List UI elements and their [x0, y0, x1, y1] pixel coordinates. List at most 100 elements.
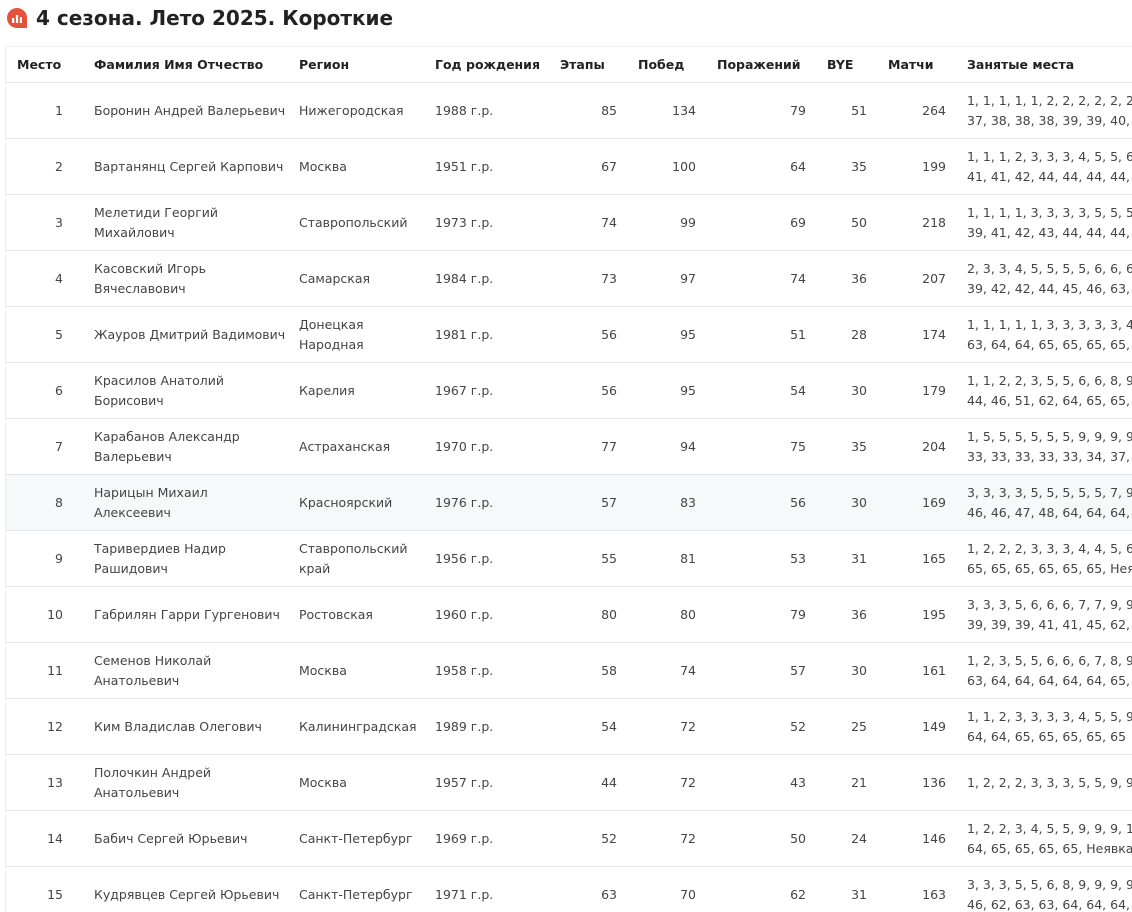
cell-stages: 52: [549, 811, 627, 867]
places-line-2: 39, 41, 42, 43, 44, 44, 44, 45, 4: [967, 223, 1132, 243]
places-line-1: 1, 1, 1, 1, 3, 3, 3, 3, 5, 5, 5, 5, 6: [967, 203, 1132, 223]
cell-places-taken: 1, 5, 5, 5, 5, 5, 5, 9, 9, 9, 9, 11, 33,…: [956, 419, 1132, 475]
cell-wins: 72: [627, 755, 706, 811]
cell-birth-year: 1969 г.р.: [424, 811, 549, 867]
cell-wins: 72: [627, 811, 706, 867]
cell-stages: 73: [549, 251, 627, 307]
cell-bye: 30: [816, 363, 877, 419]
cell-region: Карелия: [288, 363, 424, 419]
cell-region: Донецкая Народная: [288, 307, 424, 363]
cell-bye: 36: [816, 587, 877, 643]
cell-losses: 64: [706, 139, 816, 195]
cell-losses: 53: [706, 531, 816, 587]
cell-matches: 163: [877, 867, 956, 912]
cell-matches: 204: [877, 419, 956, 475]
col-header-places-taken[interactable]: Занятые места: [956, 47, 1132, 83]
table-row[interactable]: 2 Вартанянц Сергей Карпович Москва 1951 …: [6, 139, 1132, 195]
cell-birth-year: 1956 г.р.: [424, 531, 549, 587]
cell-bye: 31: [816, 531, 877, 587]
cell-name: Кудрявцев Сергей Юрьевич: [83, 867, 288, 912]
col-header-losses[interactable]: Поражений: [706, 47, 816, 83]
cell-name: Габрилян Гарри Гургенович: [83, 587, 288, 643]
table-row[interactable]: 14 Бабич Сергей Юрьевич Санкт-Петербург …: [6, 811, 1132, 867]
cell-stages: 67: [549, 139, 627, 195]
cell-region: Ставропольский край: [288, 531, 424, 587]
col-header-birth-year[interactable]: Год рождения: [424, 47, 549, 83]
cell-birth-year: 1973 г.р.: [424, 195, 549, 251]
cell-stages: 54: [549, 699, 627, 755]
cell-region: Санкт-Петербург: [288, 867, 424, 912]
cell-name: Жауров Дмитрий Вадимович: [83, 307, 288, 363]
cell-places-taken: 1, 2, 2, 2, 3, 3, 3, 4, 4, 5, 6, 9, 9 65…: [956, 531, 1132, 587]
table-row[interactable]: 12 Ким Владислав Олегович Калининградска…: [6, 699, 1132, 755]
cell-places-taken: 1, 1, 2, 3, 3, 3, 3, 4, 5, 5, 9, 9, 1 64…: [956, 699, 1132, 755]
places-line-2: 46, 62, 63, 63, 64, 64, 64, 64, 6: [967, 895, 1132, 912]
cell-place: 1: [6, 83, 83, 139]
cell-region: Санкт-Петербург: [288, 811, 424, 867]
cell-matches: 136: [877, 755, 956, 811]
cell-birth-year: 1970 г.р.: [424, 419, 549, 475]
col-header-stages[interactable]: Этапы: [549, 47, 627, 83]
col-header-bye[interactable]: BYE: [816, 47, 877, 83]
places-line-1: 2, 3, 3, 4, 5, 5, 5, 5, 6, 6, 6, 7, 9: [967, 259, 1132, 279]
cell-bye: 30: [816, 475, 877, 531]
cell-wins: 134: [627, 83, 706, 139]
cell-place: 10: [6, 587, 83, 643]
cell-losses: 56: [706, 475, 816, 531]
cell-stages: 57: [549, 475, 627, 531]
cell-place: 2: [6, 139, 83, 195]
cell-name: Карабанов Александр Валерьевич: [83, 419, 288, 475]
places-line-2: 44, 46, 51, 62, 64, 65, 65, 65, 6: [967, 391, 1132, 411]
cell-stages: 58: [549, 643, 627, 699]
places-line-2: 64, 65, 65, 65, 65, Неявка: [967, 839, 1132, 859]
cell-wins: 97: [627, 251, 706, 307]
table-row[interactable]: 15 Кудрявцев Сергей Юрьевич Санкт-Петерб…: [6, 867, 1132, 912]
cell-name: Нарицын Михаил Алексеевич: [83, 475, 288, 531]
table-row[interactable]: 6 Красилов Анатолий Борисович Карелия 19…: [6, 363, 1132, 419]
col-header-matches[interactable]: Матчи: [877, 47, 956, 83]
cell-places-taken: 1, 1, 1, 2, 3, 3, 3, 4, 5, 5, 6, 6, 9 41…: [956, 139, 1132, 195]
cell-losses: 52: [706, 699, 816, 755]
cell-place: 3: [6, 195, 83, 251]
cell-place: 13: [6, 755, 83, 811]
col-header-place[interactable]: Место: [6, 47, 83, 83]
places-line-1: 3, 3, 3, 5, 5, 6, 8, 9, 9, 9, 9, 12,: [967, 875, 1132, 895]
cell-wins: 80: [627, 587, 706, 643]
cell-wins: 95: [627, 307, 706, 363]
cell-losses: 69: [706, 195, 816, 251]
table-row[interactable]: 3 Мелетиди Георгий Михайлович Ставрополь…: [6, 195, 1132, 251]
cell-wins: 94: [627, 419, 706, 475]
col-header-wins[interactable]: Побед: [627, 47, 706, 83]
cell-bye: 28: [816, 307, 877, 363]
cell-places-taken: 1, 1, 2, 2, 3, 5, 5, 6, 6, 8, 9, 9, 9 44…: [956, 363, 1132, 419]
places-line-1: 3, 3, 3, 3, 5, 5, 5, 5, 5, 7, 9, 11,: [967, 483, 1132, 503]
cell-place: 5: [6, 307, 83, 363]
places-line-1: 1, 1, 2, 2, 3, 5, 5, 6, 6, 8, 9, 9, 9: [967, 371, 1132, 391]
cell-wins: 100: [627, 139, 706, 195]
standings-table-container[interactable]: Место Фамилия Имя Отчество Регион Год ро…: [5, 46, 1132, 912]
table-row[interactable]: 1 Боронин Андрей Валерьевич Нижегородска…: [6, 83, 1132, 139]
table-row[interactable]: 11 Семенов Николай Анатольевич Москва 19…: [6, 643, 1132, 699]
table-row[interactable]: 7 Карабанов Александр Валерьевич Астраха…: [6, 419, 1132, 475]
places-line-1: 1, 1, 2, 3, 3, 3, 3, 4, 5, 5, 9, 9, 1: [967, 707, 1132, 727]
col-header-name[interactable]: Фамилия Имя Отчество: [83, 47, 288, 83]
cell-name: Ким Владислав Олегович: [83, 699, 288, 755]
cell-wins: 99: [627, 195, 706, 251]
table-row[interactable]: 10 Габрилян Гарри Гургенович Ростовская …: [6, 587, 1132, 643]
cell-stages: 85: [549, 83, 627, 139]
table-row[interactable]: 4 Касовский Игорь Вячеславович Самарская…: [6, 251, 1132, 307]
table-row[interactable]: 13 Полочкин Андрей Анатольевич Москва 19…: [6, 755, 1132, 811]
cell-bye: 35: [816, 419, 877, 475]
cell-name: Красилов Анатолий Борисович: [83, 363, 288, 419]
table-row[interactable]: 5 Жауров Дмитрий Вадимович Донецкая Наро…: [6, 307, 1132, 363]
cell-losses: 62: [706, 867, 816, 912]
table-row[interactable]: 9 Таривердиев Надир Рашидович Ставрополь…: [6, 531, 1132, 587]
cell-stages: 74: [549, 195, 627, 251]
col-header-region[interactable]: Регион: [288, 47, 424, 83]
page-header: 4 сезона. Лето 2025. Короткие: [6, 4, 393, 32]
cell-wins: 81: [627, 531, 706, 587]
cell-bye: 35: [816, 139, 877, 195]
chart-logo-icon: [6, 7, 28, 29]
cell-places-taken: 1, 2, 3, 5, 5, 6, 6, 6, 7, 8, 9, 9, 9 63…: [956, 643, 1132, 699]
table-row[interactable]: 8 Нарицын Михаил Алексеевич Красноярский…: [6, 475, 1132, 531]
